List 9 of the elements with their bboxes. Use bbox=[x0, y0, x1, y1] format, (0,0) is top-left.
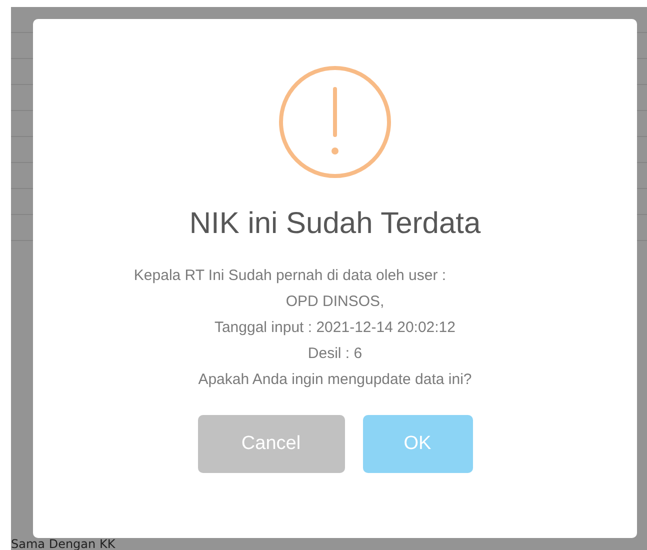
message-text: OPD DINSOS, bbox=[286, 292, 384, 312]
dialog-title: NIK ini Sudah Terdata bbox=[189, 207, 481, 241]
message-text: Desil : 6 bbox=[308, 344, 362, 364]
message-text: Kepala RT Ini Sudah pernah di data oleh user : bbox=[134, 266, 446, 286]
warning-icon bbox=[278, 65, 392, 179]
cancel-button[interactable]: Cancel bbox=[198, 415, 344, 473]
message-text: Tanggal input : 2021-12-14 20:02:12 bbox=[214, 318, 456, 338]
message-text: Apakah Anda ingin mengupdate data ini? bbox=[198, 370, 472, 390]
ok-button[interactable]: OK bbox=[362, 415, 472, 473]
